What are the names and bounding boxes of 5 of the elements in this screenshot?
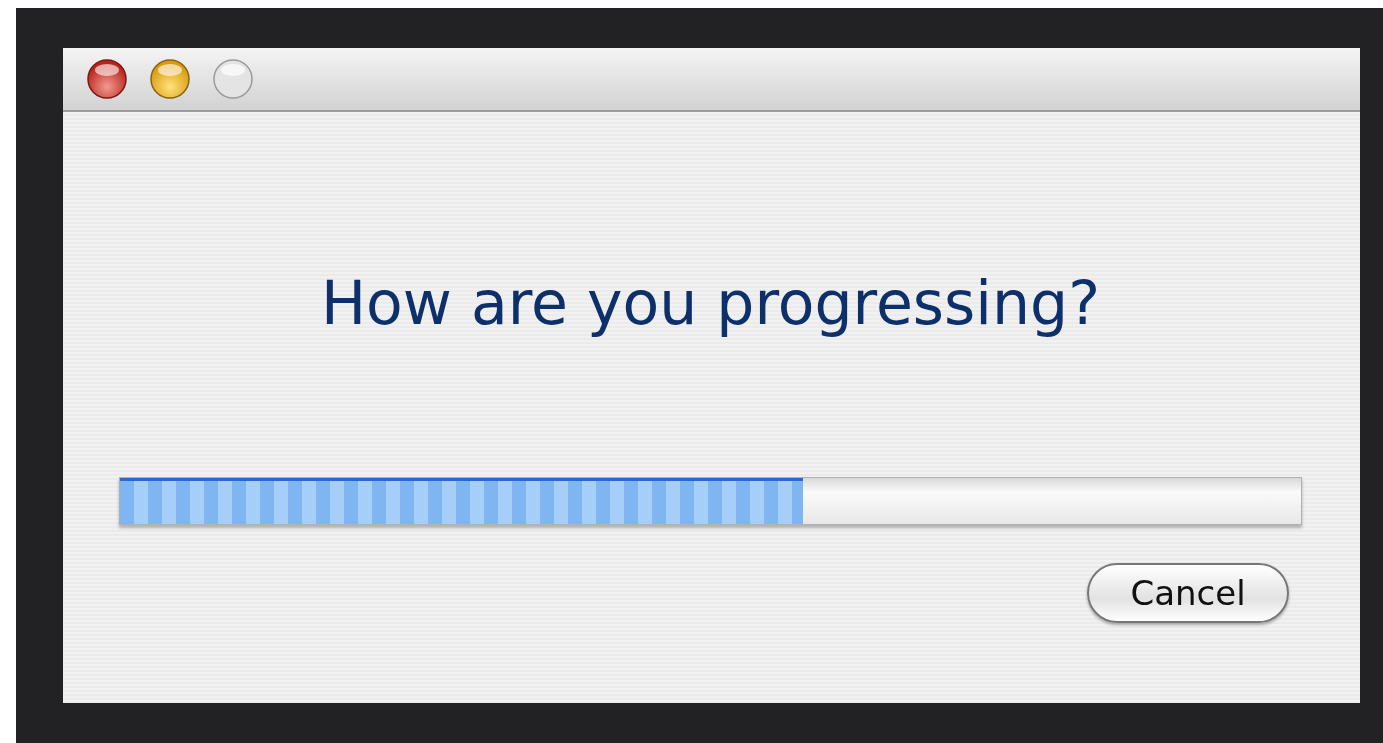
- minimize-icon[interactable]: [150, 59, 190, 99]
- dialog-heading: How are you progressing?: [319, 267, 1101, 339]
- cancel-button[interactable]: Cancel: [1087, 563, 1289, 623]
- close-icon[interactable]: [87, 59, 127, 99]
- zoom-icon[interactable]: [213, 59, 253, 99]
